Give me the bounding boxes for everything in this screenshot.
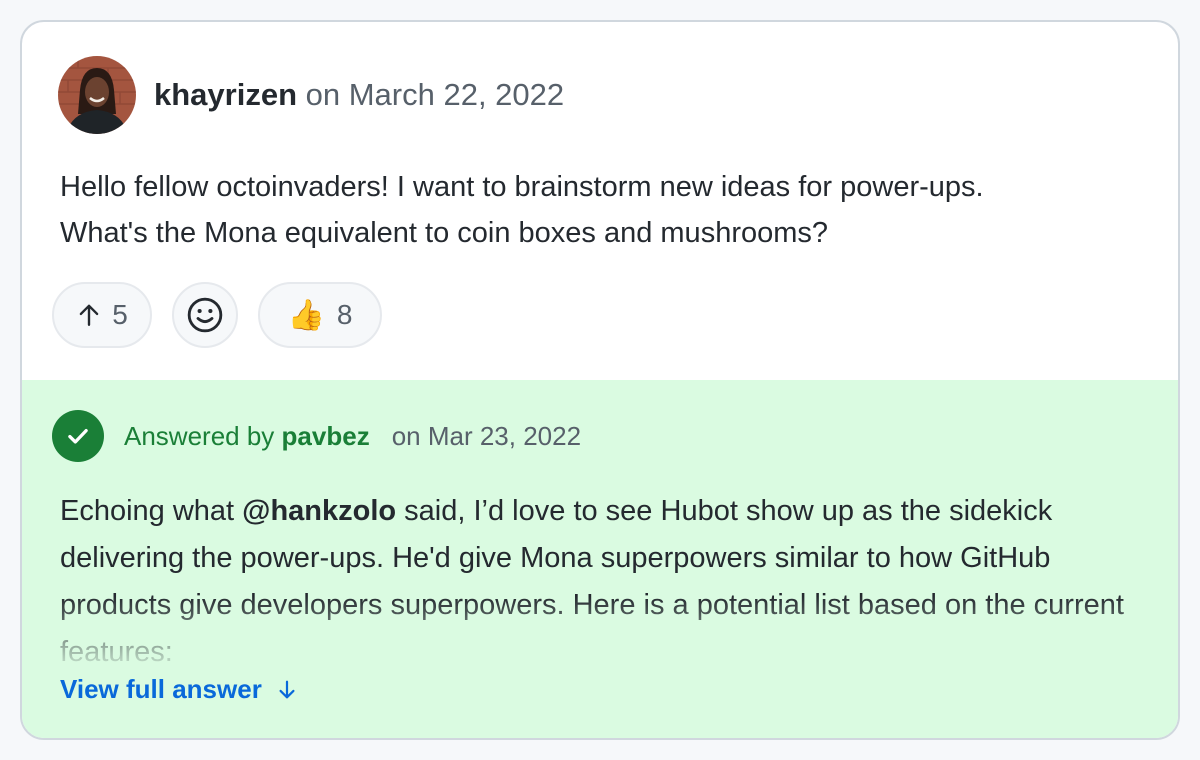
post-date: on March 22, 2022 [305,77,565,112]
author-name[interactable]: khayrizen [154,77,297,112]
post-body-line: Hello fellow octoinvaders! I want to bra… [60,171,984,203]
answer-date: on Mar 23, 2022 [391,420,582,451]
answer-body: Echoing what @hankzolo said, I’d love to… [60,488,1160,676]
answered-by-text: Answered by [124,420,275,451]
arrow-up-icon [79,304,99,326]
post-body-line: What's the Mona equivalent to coin boxes… [60,217,829,249]
answerer-name[interactable]: pavbez [282,421,370,451]
upvote-button[interactable]: 5 [52,282,152,348]
author-avatar[interactable] [58,56,136,134]
check-icon [68,428,88,444]
view-full-answer-label: View full answer [60,674,262,704]
post-header: khayrizen on March 22, 2022 [58,56,564,134]
answer-header: Answered by pavbez on Mar 23, 2022 [52,410,581,462]
post-body: Hello fellow octoinvaders! I want to bra… [60,164,1160,256]
arrow-down-icon [279,680,295,698]
reactions-bar: 5 👍 8 [52,282,382,348]
answered-by-label: Answered by pavbez [124,421,370,452]
avatar-image [58,56,136,134]
discussion-post: khayrizen on March 22, 2022 Hello fellow… [22,22,1178,382]
accepted-answer: Answered by pavbez on Mar 23, 2022 Echoi… [22,380,1178,738]
smiley-icon [187,297,223,333]
author-line: khayrizen on March 22, 2022 [154,77,564,113]
upvote-count: 5 [112,299,128,330]
answer-body-prefix: Echoing what [60,495,243,527]
check-circle-icon [52,410,104,462]
thumbs-up-reaction[interactable]: 👍 8 [258,282,382,348]
thumbs-up-count: 8 [336,299,353,330]
thumbs-up-icon: 👍 [287,298,325,332]
discussion-card: khayrizen on March 22, 2022 Hello fellow… [20,20,1180,740]
view-full-answer-link[interactable]: View full answer [60,674,298,705]
add-reaction-button[interactable] [172,282,238,348]
user-mention[interactable]: @hankzolo [242,495,396,527]
